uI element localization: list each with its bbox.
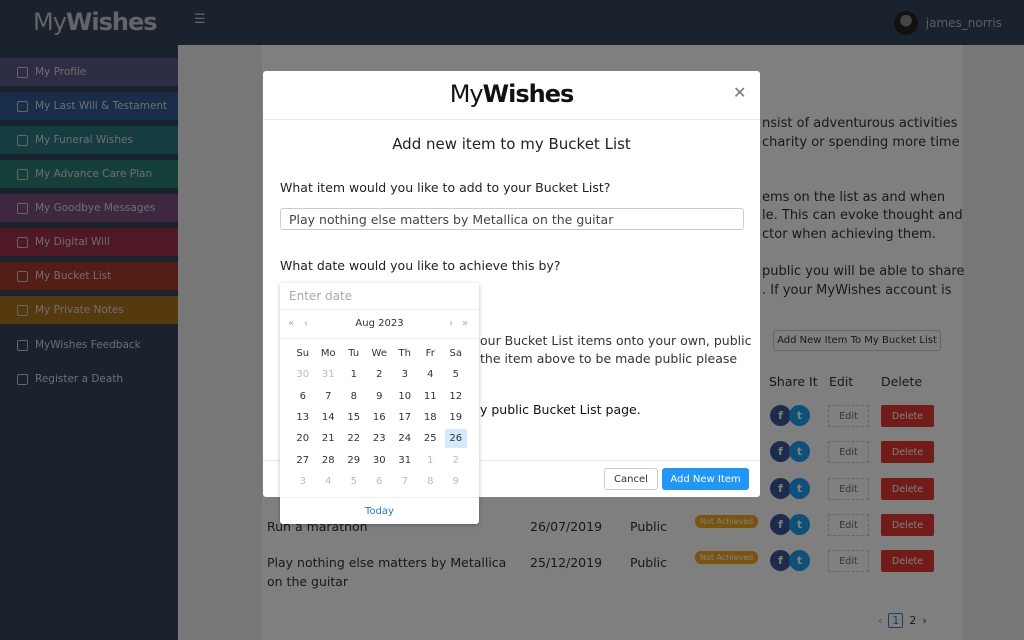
item-label: What item would you like to add to your … [280, 180, 611, 195]
today-button[interactable]: Today [280, 497, 479, 524]
calendar-day[interactable]: 8 [341, 386, 367, 407]
calendar-day[interactable]: 5 [443, 364, 469, 385]
calendar-day[interactable]: 11 [418, 386, 444, 407]
calendar-day[interactable]: 18 [418, 407, 444, 428]
info-text: the item above to be made public please [480, 351, 738, 366]
calendar-day[interactable]: 27 [290, 449, 316, 470]
calendar-day[interactable]: 9 [443, 471, 469, 492]
calendar-day[interactable]: 30 [367, 449, 393, 470]
calendar-day[interactable]: 4 [418, 364, 444, 385]
weekday-label: We [371, 348, 387, 360]
calendar-day[interactable]: 3 [290, 471, 316, 492]
calendar-day[interactable]: 3 [392, 364, 418, 385]
add-new-item-button[interactable]: Add New Item [662, 468, 749, 490]
calendar-day[interactable]: 14 [316, 407, 342, 428]
weekday-label: Su [296, 348, 310, 360]
calendar-day[interactable]: 29 [341, 449, 367, 470]
calendar-day[interactable]: 28 [316, 449, 342, 470]
calendar-day[interactable]: 22 [341, 428, 367, 449]
info-text: our Bucket List items onto your own, pub… [480, 333, 752, 348]
calendar-day[interactable]: 24 [392, 428, 418, 449]
calendar-day[interactable]: 26 [445, 429, 467, 449]
datepicker: « ‹ Aug 2023 › » SuMoTuWeThFrSa303112345… [280, 283, 479, 524]
modal-title: Add new item to my Bucket List [392, 135, 631, 153]
date-label: What date would you like to achieve this… [280, 258, 561, 273]
info-text: y public Bucket List page. [480, 402, 641, 417]
calendar-day[interactable]: 21 [316, 428, 342, 449]
calendar-day[interactable]: 13 [290, 407, 316, 428]
datepicker-header: « ‹ Aug 2023 › » [280, 311, 479, 339]
calendar-day[interactable]: 5 [341, 471, 367, 492]
calendar-day[interactable]: 9 [367, 386, 393, 407]
calendar-day[interactable]: 30 [290, 364, 316, 385]
calendar-day[interactable]: 16 [367, 407, 393, 428]
calendar-day[interactable]: 6 [367, 471, 393, 492]
calendar-day[interactable]: 7 [316, 386, 342, 407]
divider [263, 119, 760, 120]
calendar-day[interactable]: 10 [392, 386, 418, 407]
calendar-day[interactable]: 6 [290, 386, 316, 407]
date-input[interactable] [280, 283, 479, 310]
calendar-day[interactable]: 31 [316, 364, 342, 385]
weekday-label: Fr [425, 348, 435, 360]
weekday-label: Sa [449, 348, 462, 360]
calendar-day[interactable]: 8 [418, 471, 444, 492]
calendar-day[interactable]: 7 [392, 471, 418, 492]
weekday-label: Tu [348, 348, 360, 360]
weekday-label: Mo [320, 348, 336, 360]
calendar-day[interactable]: 4 [316, 471, 342, 492]
bucket-item-input[interactable] [280, 208, 744, 230]
calendar-day[interactable]: 17 [392, 407, 418, 428]
calendar-day[interactable]: 2 [443, 449, 469, 470]
modal-logo: MyWishes [449, 80, 575, 108]
calendar-day[interactable]: 20 [290, 428, 316, 449]
calendar-day[interactable]: 1 [418, 449, 444, 470]
calendar-day[interactable]: 19 [443, 407, 469, 428]
weekday-label: Th [398, 348, 411, 360]
cancel-button[interactable]: Cancel [604, 468, 658, 490]
calendar-day[interactable]: 23 [367, 428, 393, 449]
calendar-day[interactable]: 15 [341, 407, 367, 428]
calendar-day[interactable]: 12 [443, 386, 469, 407]
close-icon[interactable]: ✕ [733, 83, 746, 102]
calendar-day[interactable]: 25 [418, 428, 444, 449]
calendar-day[interactable]: 31 [392, 449, 418, 470]
next-month-icon[interactable]: › [449, 318, 453, 329]
calendar-day[interactable]: 2 [367, 364, 393, 385]
calendar-day[interactable]: 1 [341, 364, 367, 385]
next-year-icon[interactable]: » [462, 318, 468, 329]
calendar-grid: Su Mo Tu We Th Fr Sa 30 31 1 2 3 4 5 6 7 8 9 10 11 12 13 14 15 1… [290, 343, 469, 492]
